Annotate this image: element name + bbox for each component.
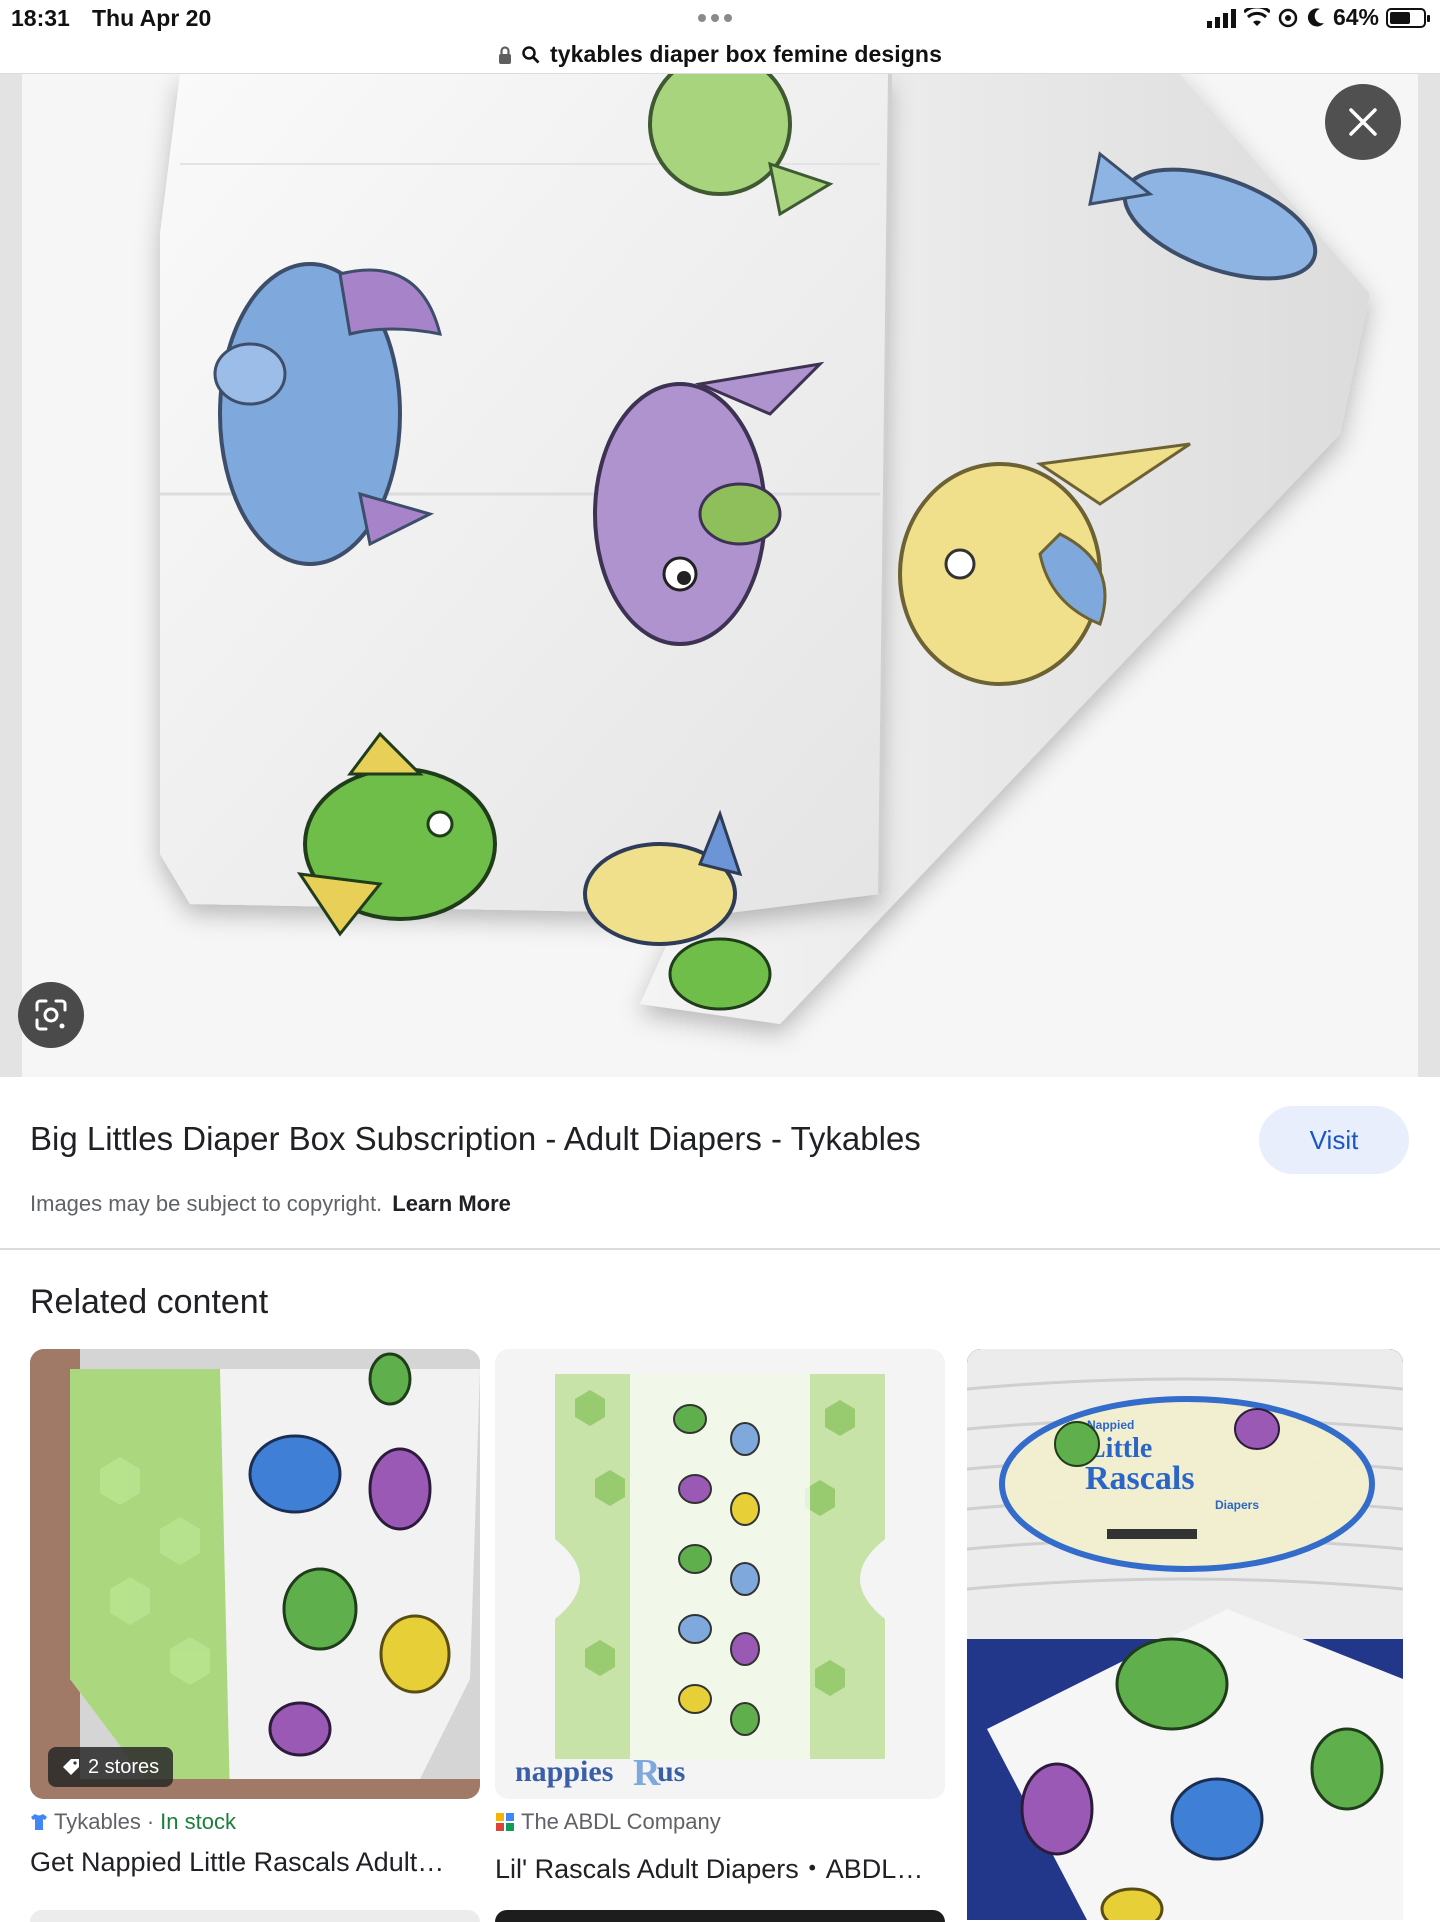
- status-indicators: 64%: [1206, 4, 1430, 31]
- stores-badge[interactable]: 2 stores: [48, 1747, 174, 1787]
- related-card[interactable]: Nappied Little Rascals Diapers: [967, 1349, 1403, 1920]
- close-button[interactable]: [1325, 84, 1401, 160]
- section-divider: [0, 1248, 1440, 1250]
- package-line3-text: Diapers: [1215, 1498, 1259, 1512]
- stock-status: In stock: [160, 1809, 236, 1834]
- logo-nappies-text: nappies: [515, 1755, 613, 1788]
- battery-percentage: 64%: [1332, 4, 1379, 30]
- lens-icon: [35, 999, 67, 1031]
- moon-icon: [1307, 7, 1324, 26]
- related-card[interactable]: nappies R us The ABDL Company Lil' Rasca…: [495, 1349, 945, 1884]
- source-separator: ·: [146, 1809, 155, 1834]
- status-date: Thu Apr 20: [92, 5, 212, 31]
- search-icon: [522, 45, 540, 63]
- result-header: Big Littles Diaper Box Subscription - Ad…: [30, 1106, 1410, 1176]
- related-card-image[interactable]: 2 stores: [30, 1349, 480, 1799]
- copyright-notice: Images may be subject to copyright. Lear…: [30, 1191, 511, 1217]
- next-row-card-peek: [495, 1910, 945, 1922]
- diaper-photo: [30, 1349, 480, 1799]
- tag-icon: [63, 1759, 79, 1775]
- card-title[interactable]: Lil' Rascals Adult Diapers・ABDL…: [495, 1847, 923, 1886]
- package-photo: Nappied Little Rascals Diapers: [967, 1349, 1403, 1920]
- location-lock-icon: [1278, 8, 1298, 27]
- close-icon: [1349, 108, 1377, 136]
- lock-icon: [499, 45, 511, 64]
- related-card-image[interactable]: Nappied Little Rascals Diapers: [967, 1349, 1403, 1920]
- copyright-text: Images may be subject to copyright.: [30, 1191, 383, 1216]
- lens-button[interactable]: [18, 982, 84, 1048]
- diaper-photo: nappies R us: [495, 1349, 945, 1799]
- address-bar[interactable]: tykables diaper box femine designs: [0, 36, 1440, 74]
- visit-button[interactable]: Visit: [1259, 1106, 1409, 1174]
- logo-us-text: us: [657, 1755, 685, 1788]
- battery-level: [1390, 11, 1411, 24]
- related-heading: Related content: [30, 1283, 269, 1321]
- battery-icon: [1386, 7, 1430, 28]
- search-query[interactable]: tykables diaper box femine designs: [550, 41, 942, 68]
- card-source: Tykables · In stock: [30, 1809, 236, 1835]
- next-row-card-peek: [30, 1910, 480, 1922]
- wifi-icon: [1243, 7, 1270, 26]
- card-title[interactable]: Get Nappied Little Rascals Adult…: [30, 1847, 444, 1878]
- tshirt-icon: [31, 1814, 47, 1830]
- site-favicon-icon: [496, 1813, 514, 1831]
- related-card[interactable]: 2 stores Tykables · In stock Get Nappied…: [30, 1349, 480, 1877]
- stores-count: 2 stores: [88, 1755, 160, 1778]
- preview-image: [0, 74, 1440, 1077]
- multitasking-dots-icon[interactable]: [698, 14, 732, 22]
- package-line2-text: Rascals: [1085, 1460, 1195, 1497]
- source-name: The ABDL Company: [521, 1809, 721, 1834]
- diaper-illustration: [160, 74, 1370, 1024]
- source-name: Tykables: [54, 1809, 141, 1834]
- cellular-signal-icon: [1206, 8, 1236, 28]
- card-source: The ABDL Company: [495, 1809, 721, 1835]
- status-bar: 18:31 Thu Apr 20 64%: [0, 0, 1440, 36]
- learn-more-link[interactable]: Learn More: [392, 1191, 511, 1216]
- page-title[interactable]: Big Littles Diaper Box Subscription - Ad…: [30, 1120, 921, 1158]
- related-card-image[interactable]: nappies R us: [495, 1349, 945, 1799]
- status-time: 18:31: [11, 5, 70, 31]
